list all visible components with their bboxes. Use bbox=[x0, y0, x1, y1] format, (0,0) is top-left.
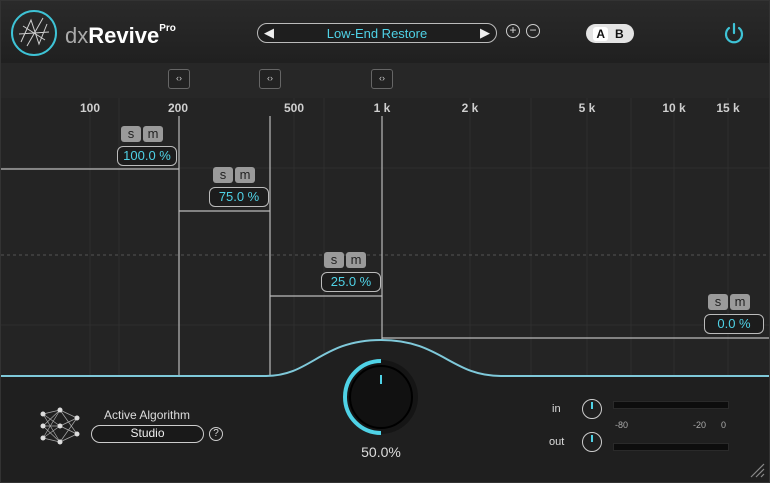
preset-name[interactable]: Low-End Restore bbox=[258, 26, 496, 41]
mute-button[interactable]: m bbox=[143, 126, 163, 142]
preset-next-button[interactable]: ▶ bbox=[480, 25, 490, 41]
input-label: in bbox=[552, 403, 561, 415]
mute-button[interactable]: m bbox=[346, 252, 366, 268]
solo-button[interactable]: s bbox=[121, 126, 141, 142]
ab-b-button[interactable]: B bbox=[612, 27, 627, 41]
neural-network-icon bbox=[40, 407, 80, 445]
knob-value: 50.0% bbox=[361, 444, 401, 460]
freq-tick-label: 1 k bbox=[373, 101, 391, 115]
band-handle-3[interactable]: ‹› bbox=[371, 69, 393, 89]
band-handle-1[interactable]: ‹› bbox=[168, 69, 190, 89]
band-4-amount[interactable]: 0.0 % bbox=[704, 314, 764, 334]
solo-button[interactable]: s bbox=[213, 167, 233, 183]
band-1-solo-mute: s m bbox=[121, 126, 163, 142]
freq-tick-label: 2 k bbox=[461, 101, 479, 115]
plugin-window: dxRevivePro ◀ Low-End Restore ▶ + − A B … bbox=[0, 0, 770, 483]
meter-scale-label: 0 bbox=[721, 420, 727, 430]
help-icon[interactable]: ? bbox=[209, 427, 223, 441]
freq-tick-label: 5 k bbox=[578, 101, 596, 115]
output-meter bbox=[613, 443, 729, 451]
solo-button[interactable]: s bbox=[324, 252, 344, 268]
mute-button[interactable]: m bbox=[235, 167, 255, 183]
freq-tick-label: 200 bbox=[167, 101, 189, 115]
preset-selector[interactable]: ◀ Low-End Restore ▶ bbox=[257, 23, 497, 43]
main-amount-knob[interactable] bbox=[341, 357, 421, 437]
input-gain-knob[interactable] bbox=[582, 399, 602, 419]
output-gain-knob[interactable] bbox=[582, 432, 602, 452]
ab-a-button[interactable]: A bbox=[593, 26, 608, 41]
graph-lines bbox=[1, 98, 769, 382]
logo-icon bbox=[11, 10, 57, 56]
algorithm-dropdown[interactable]: Studio bbox=[91, 425, 204, 443]
band-1-amount[interactable]: 100.0 % bbox=[117, 146, 177, 166]
remove-preset-button[interactable]: − bbox=[526, 24, 540, 38]
solo-button[interactable]: s bbox=[708, 294, 728, 310]
brand-title: dxRevivePro bbox=[65, 23, 176, 48]
power-icon[interactable] bbox=[723, 22, 745, 44]
freq-tick-label: 10 k bbox=[662, 101, 686, 115]
output-label: out bbox=[549, 436, 565, 448]
header-bar: dxRevivePro ◀ Low-End Restore ▶ + − A B bbox=[1, 1, 769, 64]
freq-tick-label: 500 bbox=[283, 101, 305, 115]
band-3-solo-mute: s m bbox=[324, 252, 366, 268]
ab-compare-toggle[interactable]: A B bbox=[586, 24, 634, 43]
band-3-amount[interactable]: 25.0 % bbox=[321, 272, 381, 292]
add-preset-button[interactable]: + bbox=[506, 24, 520, 38]
band-2-amount[interactable]: 75.0 % bbox=[209, 187, 269, 207]
resize-grip-icon[interactable] bbox=[747, 460, 765, 478]
meter-scale-label: -80 bbox=[615, 420, 629, 430]
band-handle-2[interactable]: ‹› bbox=[259, 69, 281, 89]
meter-scale-label: -20 bbox=[693, 420, 707, 430]
freq-tick-label: 15 k bbox=[716, 101, 740, 115]
algorithm-label: Active Algorithm bbox=[104, 408, 191, 422]
band-4-solo-mute: s m bbox=[708, 294, 750, 310]
band-2-solo-mute: s m bbox=[213, 167, 255, 183]
input-meter bbox=[613, 401, 729, 409]
freq-tick-label: 100 bbox=[79, 101, 101, 115]
mute-button[interactable]: m bbox=[730, 294, 750, 310]
